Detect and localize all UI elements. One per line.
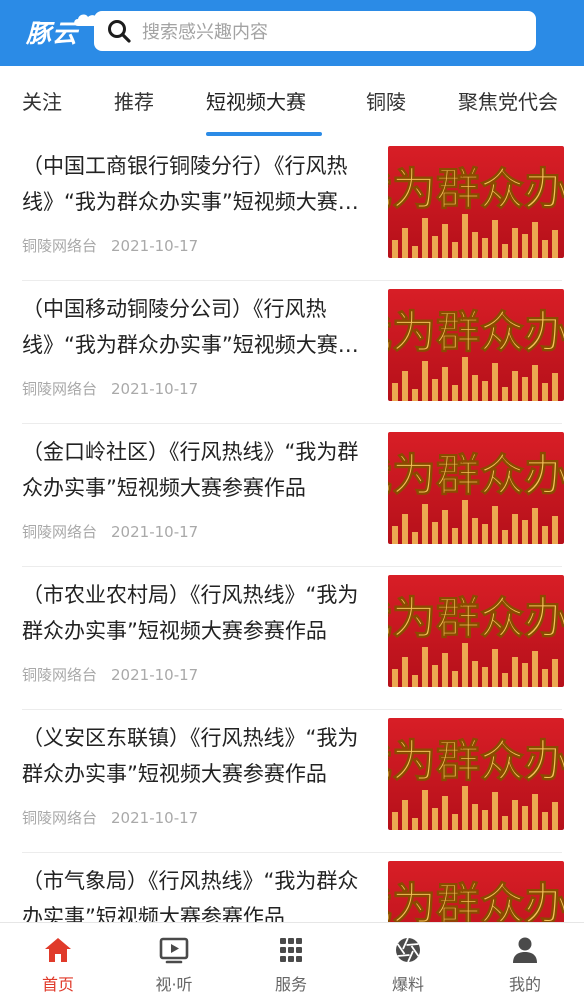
item-thumbnail: 我为群众办实事 xyxy=(388,432,564,544)
item-thumbnail: 我为群众办实事 xyxy=(388,861,564,922)
item-meta: 铜陵网络台 2021-10-17 xyxy=(22,521,198,542)
item-meta: 铜陵网络台 2021-10-17 xyxy=(22,807,198,828)
nav-home-label: 首页 xyxy=(41,975,74,994)
svg-text:我为群众办实事: 我为群众办实事 xyxy=(388,164,564,215)
bottom-nav: 首页 视·听 服务 爆料 我的 xyxy=(0,922,584,1001)
channel-tabs: 关注 推荐 短视频大赛 铜陵 聚焦党代会 xyxy=(0,66,584,138)
item-date: 2021-10-17 xyxy=(111,380,199,398)
nav-video-label: 视·听 xyxy=(155,975,193,994)
item-title: （义安区东联镇）《行风热线》“我为群众办实事”短视频大赛参赛作品 xyxy=(22,726,359,786)
item-title: （中国移动铜陵分公司）《行风热线》“我为群众办实事”短视频大赛参赛作品 xyxy=(22,297,359,357)
nav-report[interactable]: 爆料 xyxy=(350,923,466,1001)
tab-party-congress[interactable]: 聚焦党代会 xyxy=(458,86,558,115)
item-meta: 铜陵网络台 2021-10-17 xyxy=(22,378,198,399)
item-title: （金口岭社区）《行风热线》“我为群众办实事”短视频大赛参赛作品 xyxy=(22,440,359,500)
svg-text:我为群众办实事: 我为群众办实事 xyxy=(388,879,564,922)
item-date: 2021-10-17 xyxy=(111,237,199,255)
list-item[interactable]: （市气象局）《行风热线》“我为群众办实事”短视频大赛参赛作品 我为群众办实事 xyxy=(0,853,584,922)
app-logo-text: 豚云 xyxy=(26,19,79,48)
tab-recommend[interactable]: 推荐 xyxy=(114,86,154,115)
top-bar: 豚云 搜索感兴趣内容 xyxy=(0,0,584,66)
list-item[interactable]: （金口岭社区）《行风热线》“我为群众办实事”短视频大赛参赛作品 铜陵网络台 202… xyxy=(0,424,584,567)
nav-profile-label: 我的 xyxy=(508,975,541,994)
tab-follow[interactable]: 关注 xyxy=(22,86,62,115)
nav-services-label: 服务 xyxy=(274,975,307,994)
user-icon xyxy=(513,937,537,963)
list-item[interactable]: （市农业农村局）《行风热线》“我为群众办实事”短视频大赛参赛作品 铜陵网络台 20… xyxy=(0,567,584,710)
list-item[interactable]: （中国工商银行铜陵分行）《行风热线》“我为群众办实事”短视频大赛参赛作品 铜陵网… xyxy=(0,138,584,281)
item-title: （市农业农村局）《行风热线》“我为群众办实事”短视频大赛参赛作品 xyxy=(22,583,359,643)
svg-text:我为群众办实事: 我为群众办实事 xyxy=(388,307,564,358)
svg-text:我为群众办实事: 我为群众办实事 xyxy=(388,593,564,644)
grid-icon xyxy=(280,938,302,962)
item-title: （市气象局）《行风热线》“我为群众办实事”短视频大赛参赛作品 xyxy=(22,869,359,922)
video-icon xyxy=(159,937,189,964)
item-title: （中国工商银行铜陵分行）《行风热线》“我为群众办实事”短视频大赛参赛作品 xyxy=(22,154,359,214)
search-icon xyxy=(108,20,131,43)
list-item[interactable]: （义安区东联镇）《行风热线》“我为群众办实事”短视频大赛参赛作品 铜陵网络台 20… xyxy=(0,710,584,853)
news-feed[interactable]: （中国工商银行铜陵分行）《行风热线》“我为群众办实事”短视频大赛参赛作品 铜陵网… xyxy=(0,138,584,922)
item-thumbnail: 我为群众办实事 xyxy=(388,575,564,687)
item-thumbnail: 我为群众办实事 xyxy=(388,146,564,258)
tab-short-video-contest[interactable]: 短视频大赛 xyxy=(206,86,306,115)
item-meta: 铜陵网络台 2021-10-17 xyxy=(22,235,198,256)
nav-report-label: 爆料 xyxy=(391,975,424,994)
home-icon xyxy=(45,938,71,962)
search-box[interactable]: 搜索感兴趣内容 xyxy=(94,11,536,51)
item-date: 2021-10-17 xyxy=(111,523,199,541)
active-tab-indicator xyxy=(206,132,322,136)
item-thumbnail: 我为群众办实事 xyxy=(388,718,564,830)
item-thumbnail: 我为群众办实事 xyxy=(388,289,564,401)
item-source: 铜陵网络台 xyxy=(22,666,98,684)
list-item[interactable]: （中国移动铜陵分公司）《行风热线》“我为群众办实事”短视频大赛参赛作品 铜陵网络… xyxy=(0,281,584,424)
item-date: 2021-10-17 xyxy=(111,666,199,684)
item-date: 2021-10-17 xyxy=(111,809,199,827)
tab-tongling[interactable]: 铜陵 xyxy=(366,86,406,115)
item-source: 铜陵网络台 xyxy=(22,237,98,255)
item-source: 铜陵网络台 xyxy=(22,380,98,398)
nav-profile[interactable]: 我的 xyxy=(467,923,583,1001)
search-placeholder: 搜索感兴趣内容 xyxy=(142,22,268,43)
nav-home[interactable]: 首页 xyxy=(0,923,116,1001)
item-source: 铜陵网络台 xyxy=(22,809,98,827)
app-logo[interactable]: 豚云 xyxy=(26,14,100,50)
item-source: 铜陵网络台 xyxy=(22,523,98,541)
svg-text:我为群众办实事: 我为群众办实事 xyxy=(388,450,564,501)
item-meta: 铜陵网络台 2021-10-17 xyxy=(22,664,198,685)
svg-text:我为群众办实事: 我为群众办实事 xyxy=(388,736,564,787)
aperture-icon xyxy=(396,937,420,963)
nav-video[interactable]: 视·听 xyxy=(116,923,232,1001)
nav-services[interactable]: 服务 xyxy=(233,923,349,1001)
